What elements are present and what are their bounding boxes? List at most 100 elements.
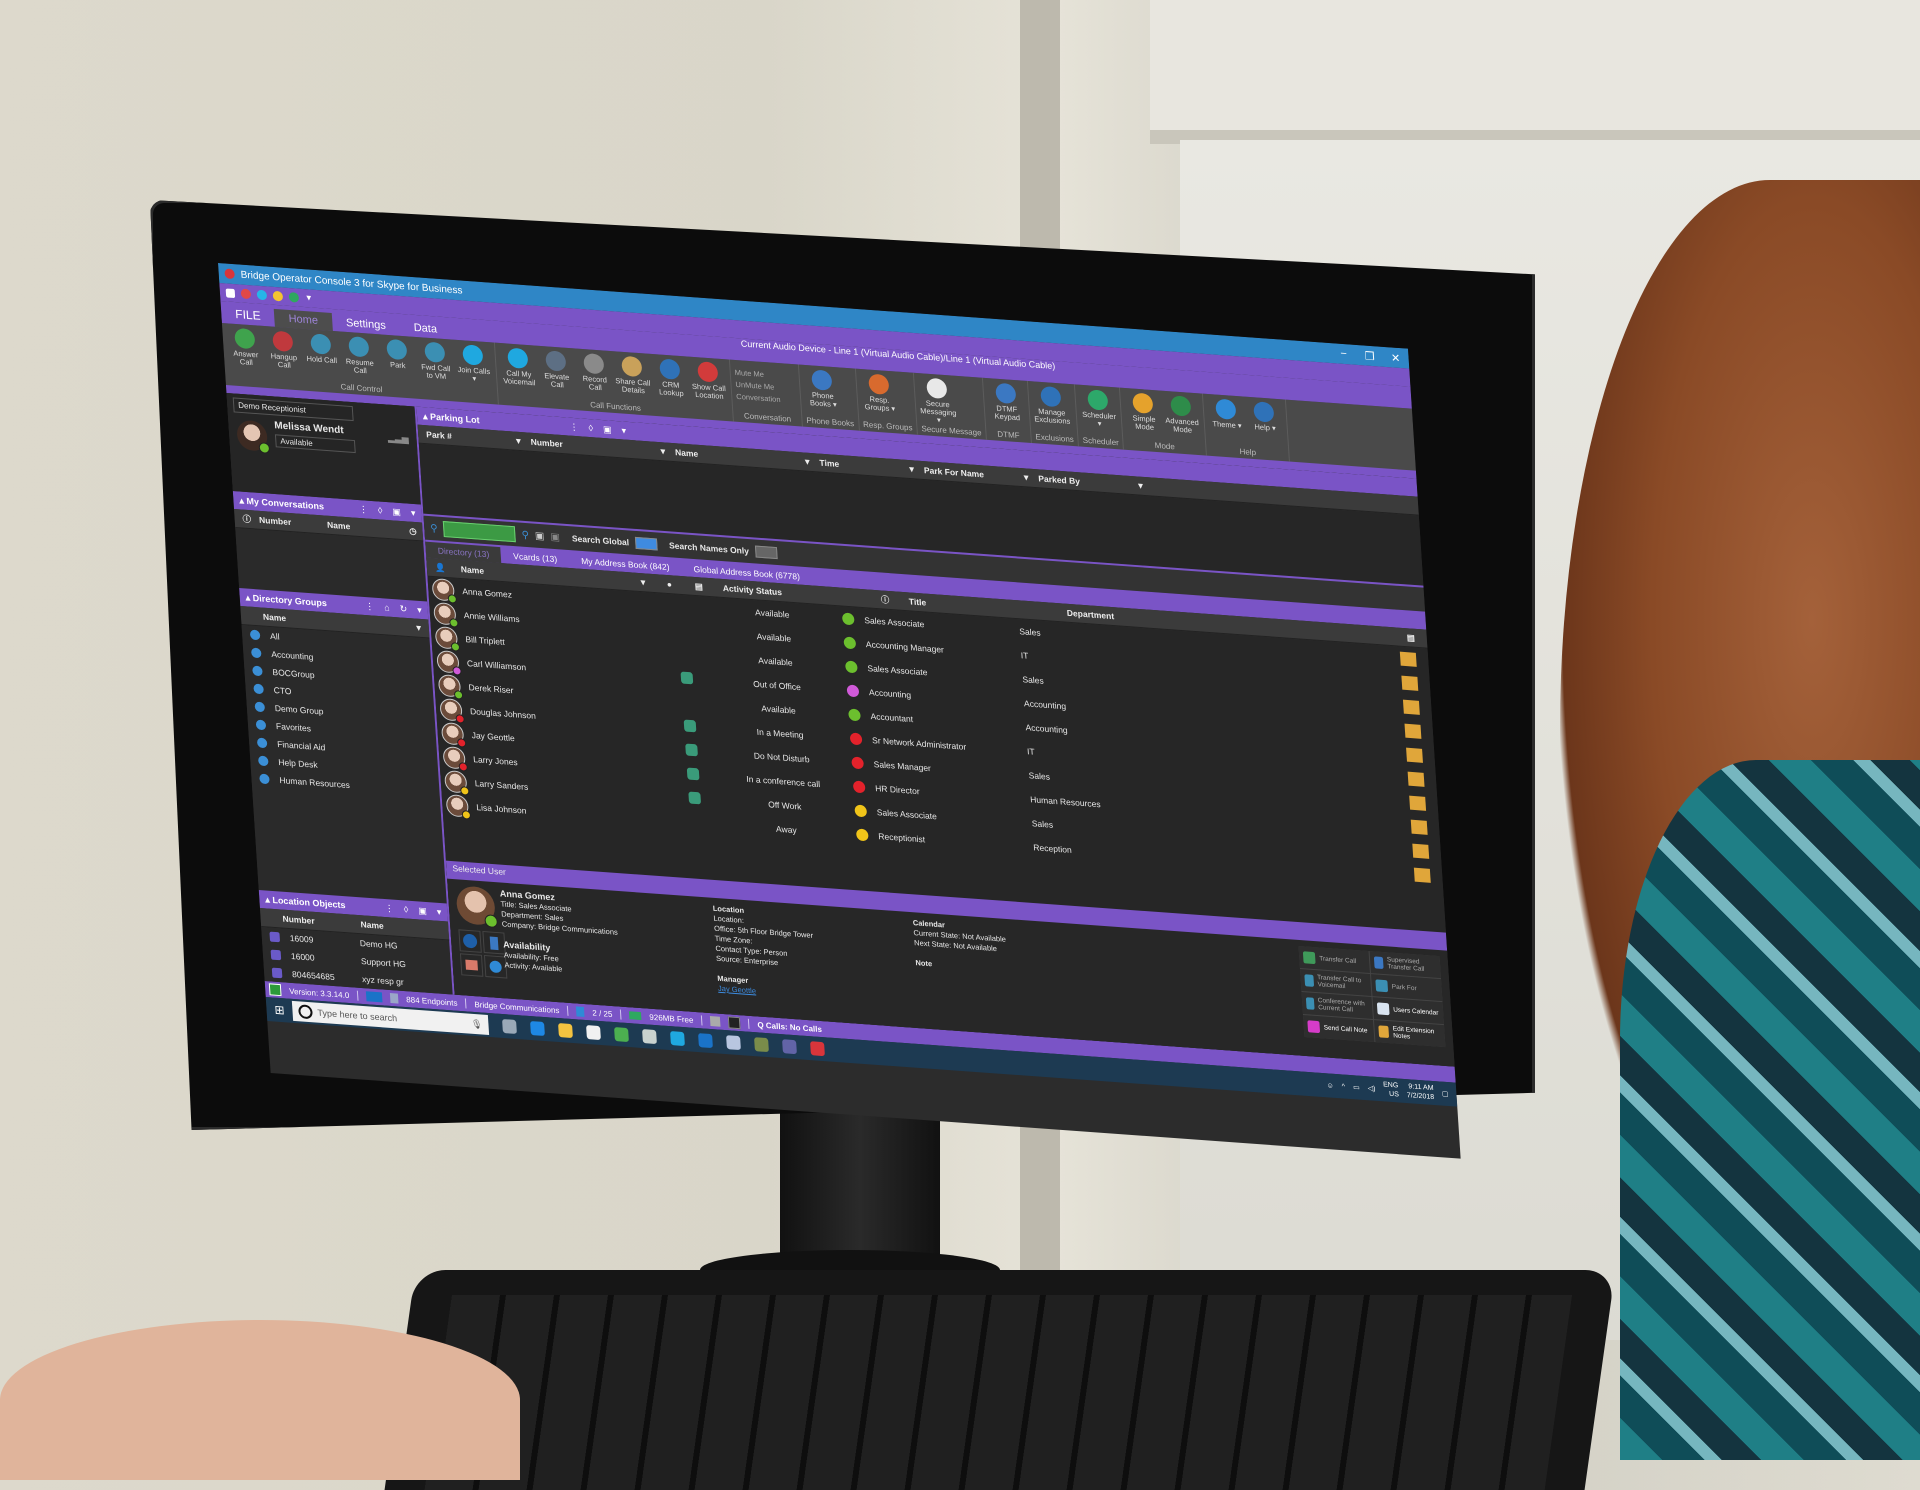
dropdown-icon[interactable]: ▾	[411, 507, 416, 518]
store-icon[interactable]	[586, 1025, 601, 1041]
filter-icon[interactable]: ▼	[795, 456, 812, 467]
extension-note-icon[interactable]	[1412, 843, 1430, 859]
search-global-toggle[interactable]	[634, 536, 658, 551]
extension-note-icon[interactable]	[1401, 675, 1419, 691]
network-icon[interactable]: ▭	[1353, 1083, 1360, 1091]
message-icon[interactable]	[256, 289, 268, 301]
eye-icon[interactable]: ●	[659, 578, 688, 590]
ribbon-button-elevate-call[interactable]: Elevate Call	[537, 350, 575, 391]
customize-dropdown-icon[interactable]: ▼	[305, 293, 314, 304]
ribbon-button-theme[interactable]: Theme ▾	[1207, 398, 1245, 431]
language-indicator[interactable]: ENG US	[1383, 1080, 1399, 1099]
extension-note-icon[interactable]	[1399, 651, 1417, 667]
search-option-icon[interactable]: ▣	[535, 530, 545, 542]
sync-icon[interactable]: ◊	[378, 505, 383, 516]
ribbon-button-resume-call[interactable]: Resume Call	[340, 335, 378, 376]
people-icon[interactable]: ☺	[1326, 1082, 1334, 1090]
ribbon-button-advanced-mode[interactable]: Advanced Mode	[1162, 395, 1200, 436]
col-number[interactable]: Number	[251, 514, 320, 529]
manager-link[interactable]: Jay Geottle	[718, 984, 757, 996]
col-time[interactable]: Time	[811, 457, 900, 473]
sync-icon[interactable]: ◊	[403, 904, 408, 915]
action-edit-extension-notes[interactable]: Edit Extension Notes	[1374, 1020, 1446, 1048]
network-icon[interactable]	[240, 288, 252, 300]
search-option-disabled-icon[interactable]: ▣	[550, 531, 560, 543]
minimize-button[interactable]: −	[1330, 347, 1357, 361]
dropdown-icon[interactable]: ▾	[417, 604, 422, 615]
restore-button[interactable]: ❐	[1356, 348, 1383, 363]
ribbon-button-fwd-call-to-vm[interactable]: Fwd Call to VM	[416, 341, 454, 382]
microphone-icon[interactable]: 🎙	[471, 1018, 489, 1030]
search-names-only-toggle[interactable]	[754, 545, 778, 560]
mascot-app-icon[interactable]	[726, 1035, 741, 1051]
more-icon[interactable]: ⋮	[365, 601, 375, 613]
col-park-for-name[interactable]: Park For Name	[916, 465, 1015, 482]
filter-icon[interactable]: ▼	[406, 622, 429, 634]
ribbon-button-secure-messaging[interactable]: Secure Messaging ▾	[918, 377, 957, 426]
ribbon-button-scheduler[interactable]: Scheduler ▾	[1079, 389, 1117, 430]
more-icon[interactable]: ⋮	[569, 421, 579, 433]
clear-search-icon[interactable]: ⚲	[521, 529, 529, 541]
ribbon-button-resp-groups[interactable]: Resp. Groups ▾	[860, 373, 898, 414]
ribbon-button-simple-mode[interactable]: Simple Mode	[1124, 392, 1162, 433]
chat-icon[interactable]	[459, 953, 484, 977]
ribbon-button-record-call[interactable]: Record Call	[575, 352, 613, 393]
extension-note-icon[interactable]	[1407, 771, 1425, 787]
extension-note-icon[interactable]	[1406, 747, 1423, 763]
filter-icon[interactable]: ▼	[631, 576, 660, 588]
status-dropdown[interactable]: Available	[274, 434, 356, 454]
bridge-app-icon[interactable]	[810, 1041, 825, 1057]
ribbon-item-mute-me[interactable]: Mute Me	[734, 368, 795, 381]
filter-icon[interactable]: ▼	[506, 435, 523, 447]
chrome-icon[interactable]	[614, 1027, 629, 1043]
ribbon-button-show-call-location[interactable]: Show Call Location	[689, 361, 727, 402]
ribbon-button-join-calls[interactable]: Join Calls ▾	[454, 344, 492, 385]
tray-expand-icon[interactable]: ^	[1342, 1083, 1346, 1090]
sync-icon[interactable]: ◊	[588, 423, 593, 434]
col-park[interactable]: Park #	[418, 429, 507, 445]
ribbon-button-phone-books[interactable]: Phone Books ▾	[803, 369, 841, 410]
ribbon-button-help[interactable]: Help ▾	[1245, 401, 1283, 434]
save-icon[interactable]: ▣	[418, 905, 427, 917]
more-icon[interactable]: ⋮	[359, 504, 369, 516]
teams-icon[interactable]	[782, 1039, 797, 1055]
dropdown-icon[interactable]: ▾	[621, 425, 626, 436]
filter-icon[interactable]: ▼	[899, 463, 916, 475]
filter-icon[interactable]: ▼	[650, 445, 667, 457]
col-loc-name[interactable]: Name	[352, 919, 384, 931]
extension-note-icon[interactable]	[1413, 867, 1431, 883]
dropdown-icon[interactable]: ▾	[436, 906, 441, 917]
ribbon-button-park[interactable]: Park	[378, 338, 416, 371]
emoji-icon[interactable]	[272, 290, 284, 302]
bucket-app-icon[interactable]	[754, 1037, 769, 1053]
ribbon-button-hangup-call[interactable]: Hangup Call	[264, 330, 302, 371]
ribbon-button-call-my-voicemail[interactable]: Call My Voicemail	[499, 347, 537, 388]
ribbon-item-unmute-me[interactable]: UnMute Me	[735, 380, 796, 393]
skype-icon[interactable]	[670, 1031, 685, 1047]
clock[interactable]: 9:11 AM 7/2/2018	[1406, 1082, 1435, 1102]
task-view-icon[interactable]	[502, 1018, 517, 1034]
ribbon-button-share-call-details[interactable]: Share Call Details	[613, 355, 651, 396]
call-icon[interactable]	[458, 929, 482, 953]
search-input[interactable]	[443, 521, 517, 543]
col-parked-by[interactable]: Parked By	[1030, 473, 1129, 490]
col-group-name[interactable]: Name	[241, 610, 287, 624]
refresh-icon[interactable]: ↻	[399, 603, 407, 615]
extension-note-icon[interactable]	[1404, 723, 1422, 739]
col-loc-number[interactable]: Number	[260, 912, 353, 929]
save-icon[interactable]: ▣	[392, 506, 401, 518]
gear-icon[interactable]	[225, 287, 236, 298]
calendar-icon[interactable]: ▤	[686, 580, 715, 593]
edge-icon[interactable]	[530, 1021, 545, 1037]
home-icon[interactable]: ⌂	[384, 602, 390, 613]
action-center-icon[interactable]: ▢	[1442, 1090, 1449, 1098]
windows-start-icon[interactable]: ⊞	[266, 1002, 293, 1018]
file-explorer-icon[interactable]	[558, 1023, 573, 1039]
extension-note-icon[interactable]	[1410, 819, 1428, 835]
action-send-call-note[interactable]: Send Call Note	[1303, 1014, 1375, 1042]
col-name[interactable]: Name	[319, 519, 388, 534]
ribbon-button-dtmf-keypad[interactable]: DTMF Keypad	[987, 382, 1025, 423]
transfer-app-icon[interactable]	[642, 1029, 657, 1045]
ribbon-button-answer-call[interactable]: Answer Call	[226, 327, 264, 368]
ribbon-button-manage-exclusions[interactable]: Manage Exclusions	[1032, 385, 1071, 426]
